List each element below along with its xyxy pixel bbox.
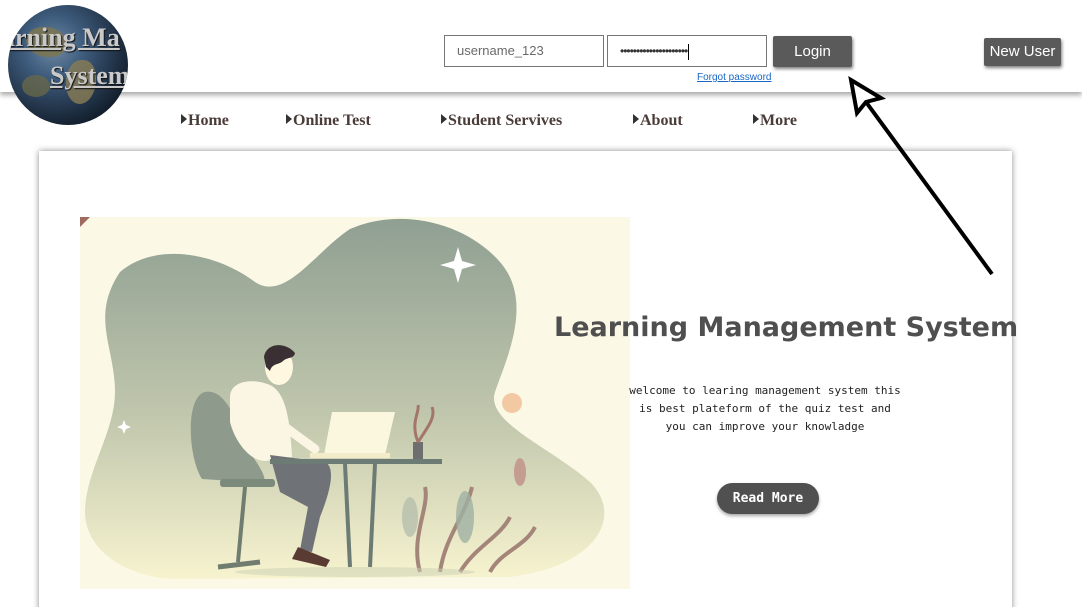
hero-description-line: welcome to learing management system thi… bbox=[629, 384, 901, 397]
logo-text-line1: arning Ma bbox=[8, 23, 120, 52]
leaf-icon bbox=[456, 491, 474, 543]
logo-globe-land bbox=[22, 75, 50, 97]
nav-item-label: Student Servives bbox=[448, 112, 563, 129]
caret-right-icon bbox=[441, 114, 447, 124]
hero-illustration bbox=[80, 217, 630, 589]
new-user-button[interactable]: New User bbox=[984, 38, 1061, 66]
hero-description: welcome to learing management system thi… bbox=[615, 382, 915, 436]
nav-item-label: Home bbox=[188, 112, 229, 129]
nav-item-label: About bbox=[640, 112, 683, 129]
sun-circle bbox=[502, 393, 522, 413]
chair-seat bbox=[220, 479, 275, 487]
password-input[interactable]: ••••••••••••••••••••• bbox=[607, 35, 767, 67]
caret-right-icon bbox=[753, 114, 759, 124]
desk-top bbox=[270, 459, 442, 464]
plant-pot-icon bbox=[413, 442, 423, 459]
read-more-button[interactable]: Read More bbox=[717, 483, 819, 514]
laptop-icon bbox=[324, 412, 395, 455]
caret-right-icon bbox=[633, 114, 639, 124]
leaf-icon bbox=[514, 458, 526, 486]
caret-right-icon bbox=[286, 114, 292, 124]
nav-item-home[interactable]: Home bbox=[181, 112, 229, 130]
username-input[interactable]: username_123 bbox=[444, 35, 604, 67]
hero-description-line: is best plateform of the quiz test and bbox=[639, 402, 891, 415]
leaf-icon bbox=[402, 497, 418, 537]
hero-title: Learning Management System bbox=[554, 312, 1019, 343]
nav-item-about[interactable]: About bbox=[633, 112, 683, 130]
nav-item-more[interactable]: More bbox=[753, 112, 797, 130]
laptop-base bbox=[310, 453, 390, 458]
nav-item-label: More bbox=[760, 112, 798, 129]
site-logo[interactable]: arning Ma System bbox=[8, 5, 128, 125]
nav-item-label: Online Test bbox=[293, 112, 371, 129]
login-button[interactable]: Login bbox=[773, 36, 852, 67]
password-mask: ••••••••••••••••••••• bbox=[620, 44, 688, 58]
nav-item-student-services[interactable]: Student Servives bbox=[441, 112, 562, 130]
nav-item-online-test[interactable]: Online Test bbox=[286, 112, 371, 130]
text-cursor bbox=[688, 43, 690, 60]
forgot-password-link[interactable]: Forgot password bbox=[697, 72, 771, 83]
hero-description-line: you can improve your knowladge bbox=[665, 420, 865, 433]
logo-text-line2: System bbox=[50, 61, 128, 90]
floor-shadow bbox=[235, 567, 475, 577]
caret-right-icon bbox=[181, 114, 187, 124]
